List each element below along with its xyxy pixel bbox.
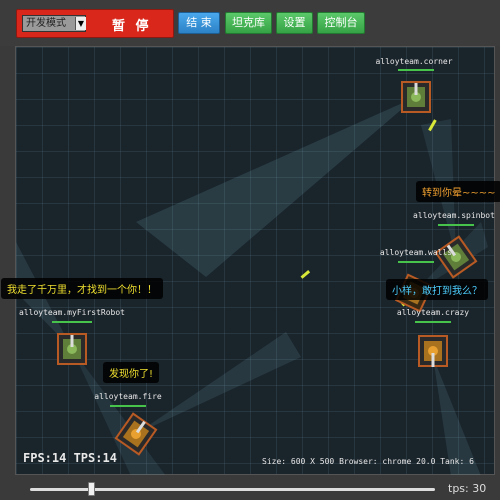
radar-beam-corner (136, 97, 416, 277)
hp-bar-fire (110, 405, 146, 407)
speed-bar: tps: 30 (0, 475, 500, 500)
hp-bar-myfirstrobot (52, 321, 92, 323)
mode-select-value: 开发模式 (26, 18, 66, 29)
tank-myfirstrobot (57, 333, 87, 365)
hp-bar-crazy (415, 321, 451, 323)
tank-name-walls: alloyteam.walls (379, 248, 453, 257)
tank-name-corner: alloyteam.corner (375, 57, 453, 66)
speech-bubble-fire: 发现你了! (103, 362, 160, 383)
speech-bubble-crazy: 小样，敢打到我么？ (386, 279, 488, 300)
hp-bar-corner (398, 69, 434, 71)
fps-tps-counter: FPS:14 TPS:14 (23, 451, 117, 465)
hp-bar-walls (398, 261, 434, 263)
end-button[interactable]: 结 束 (178, 12, 220, 34)
tank-name-crazy: alloyteam.crazy (396, 308, 470, 317)
battle-info: Size: 600 X 500 Browser: chrome 20.0 Tan… (262, 457, 474, 466)
tps-label: tps: 30 (448, 482, 487, 495)
tank-corner (401, 81, 431, 113)
tank-name-spinbot: alloyteam.spinbot (413, 211, 495, 220)
tank-name-fire: alloyteam.fire (94, 392, 162, 401)
hp-bar-spinbot (438, 224, 474, 226)
control-panel: 开发模式 ▼ 暂 停 (16, 9, 174, 38)
speech-bubble-myfirstrobot: 我走了千万里，才找到一个你！！ (1, 278, 163, 299)
toolbar: 开发模式 ▼ 暂 停 结 束 坦克库 设置 控制台 (0, 0, 500, 46)
chevron-down-icon[interactable]: ▼ (75, 17, 86, 30)
bullet (300, 270, 311, 279)
speech-bubble-spinbot: 转到你晕~~~~ (416, 181, 500, 202)
speed-slider-thumb[interactable] (88, 482, 95, 496)
tank-name-myfirstrobot: alloyteam.myFirstRobot (19, 308, 125, 317)
tank-crazy (418, 335, 448, 367)
pause-button[interactable]: 暂 停 (112, 15, 152, 34)
radar-beam-fire (136, 332, 301, 434)
mode-select[interactable]: 开发模式 ▼ (22, 15, 86, 32)
settings-button[interactable]: 设置 (276, 12, 313, 34)
tank-library-button[interactable]: 坦克库 (225, 12, 272, 34)
battle-arena[interactable]: alloyteam.corner alloyteam.spinbot alloy… (1, 46, 500, 476)
console-button[interactable]: 控制台 (317, 12, 365, 34)
